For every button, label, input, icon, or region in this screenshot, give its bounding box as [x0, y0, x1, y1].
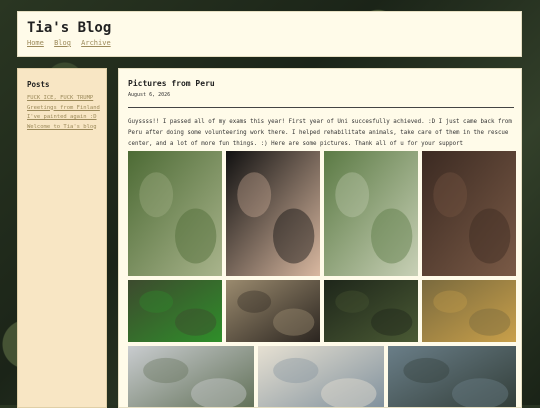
photo-frog-in-hand[interactable]	[226, 151, 320, 276]
photo-boat-interior[interactable]	[258, 346, 384, 407]
post-link[interactable]: Welcome to Tia's blog	[27, 124, 103, 131]
post-content: Pictures from Peru August 6, 2026 Guysss…	[118, 68, 522, 408]
sidebar: Posts FUCK ICE, FUCK TRUMP Greetings fro…	[17, 68, 107, 408]
photo-forest-bird[interactable]	[128, 151, 222, 276]
post-link[interactable]: I've painted again :D	[27, 114, 103, 121]
photo-cloudy-palms[interactable]	[128, 346, 254, 407]
post-link[interactable]: FUCK ICE, FUCK TRUMP	[27, 95, 103, 102]
divider	[128, 107, 514, 108]
post-link[interactable]: Greetings from Finland	[27, 105, 103, 112]
site-title[interactable]: Tia's Blog	[27, 20, 111, 36]
photo-jungle-trees[interactable]	[324, 151, 418, 276]
post-list: FUCK ICE, FUCK TRUMP Greetings from Finl…	[27, 95, 103, 133]
nav-blog-link[interactable]: Blog	[54, 39, 71, 47]
photo-night-sky[interactable]	[422, 151, 516, 276]
post-body: Guyssss!! I passed all of my exams this …	[128, 119, 512, 147]
nav-archive-link[interactable]: Archive	[81, 39, 111, 47]
post-title: Pictures from Peru	[128, 79, 215, 88]
photo-green-parrot[interactable]	[128, 280, 222, 342]
nav-home-link[interactable]: Home	[27, 39, 44, 47]
photo-river[interactable]	[388, 346, 516, 407]
post-date: August 6, 2026	[128, 92, 171, 98]
photo-dark-forest[interactable]	[324, 280, 418, 342]
photo-monkey-fence[interactable]	[226, 280, 320, 342]
main-nav: Home Blog Archive	[27, 39, 117, 47]
photo-jaguar[interactable]	[422, 280, 516, 342]
sidebar-heading: Posts	[27, 80, 50, 89]
site-header: Tia's Blog Home Blog Archive	[17, 11, 522, 57]
